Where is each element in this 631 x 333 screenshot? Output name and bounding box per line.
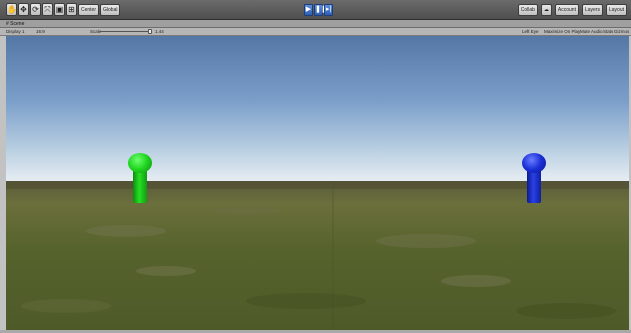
play-controls: ▶ ❚❚ ▸| [304,4,333,16]
rotate-icon[interactable]: ⟳ [30,3,41,16]
scale-value: 1.44 [155,29,164,34]
account-dropdown[interactable]: Account [554,4,579,16]
scale-icon[interactable]: ⤧ [42,3,53,16]
layers-dropdown[interactable]: Layers [581,4,603,16]
blue-character-head [522,153,546,173]
scale-slider-handle[interactable] [148,29,152,34]
maximize-on-play-toggle[interactable]: Maximize On Play [544,28,580,35]
pause-icon[interactable]: ❚❚ [314,4,327,16]
rect-tool-icon[interactable]: ▣ [54,3,65,16]
scene-icon: # [6,21,9,27]
gizmos-dropdown[interactable]: Gizmos [614,28,629,35]
transform-tools: ✋ ✥ ⟳ ⤧ ▣ ⊞ [6,3,77,16]
collab-button[interactable]: Collab [517,4,538,16]
tab-scene-label: Scene [10,21,25,27]
right-toolbar: Collab ☁ Account Layers Layout [517,4,627,16]
pivot-center-button[interactable]: Center [78,4,100,16]
left-eye-dropdown[interactable]: Left Eye [522,28,539,35]
move-icon[interactable]: ✥ [18,3,29,16]
aspect-dropdown[interactable]: 16:9 [36,28,45,35]
display-dropdown[interactable]: Display 1 [6,28,25,35]
green-character-head [128,153,152,173]
main-toolbar: ✋ ✥ ⟳ ⤧ ▣ ⊞ Center Global ▶ ❚❚ ▸| Collab… [0,0,631,20]
layout-dropdown[interactable]: Layout [605,4,627,16]
tab-bar: # Scene [0,20,631,28]
pivot-controls: Center Global [78,4,121,16]
green-character[interactable] [128,153,152,205]
stats-toggle[interactable]: Stats [603,28,613,35]
game-viewport[interactable] [6,36,629,330]
transform-tool-icon[interactable]: ⊞ [66,3,77,16]
play-icon[interactable]: ▶ [304,4,313,16]
tab-scene[interactable]: # Scene [6,21,24,27]
hand-icon[interactable]: ✋ [6,3,17,16]
step-icon[interactable]: ▸| [324,4,333,16]
mute-audio-toggle[interactable]: Mute Audio [580,28,603,35]
global-space-button[interactable]: Global [100,4,121,16]
blue-character[interactable] [522,153,546,205]
scale-slider-track[interactable] [100,31,150,32]
cloud-icon[interactable]: ☁ [540,4,552,16]
view-options-bar: Display 1 16:9 Scale 1.44 Left Eye Maxim… [0,28,631,36]
